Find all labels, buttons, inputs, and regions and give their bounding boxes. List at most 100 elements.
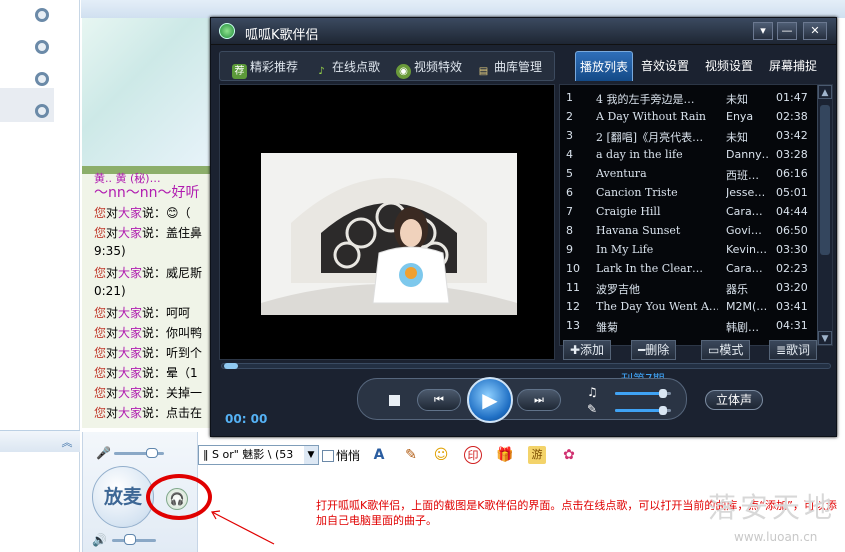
tab-video-settings[interactable]: 视频设置 — [701, 51, 757, 81]
tab-screen-capture[interactable]: 屏幕捕捉 — [765, 51, 821, 81]
menu-dropdown-button[interactable]: ▾ — [753, 22, 773, 40]
font-icon[interactable]: A — [370, 446, 388, 464]
candy-icon[interactable]: ✿ — [560, 446, 578, 464]
contact-webcam-icon[interactable] — [35, 40, 49, 54]
video-display[interactable] — [219, 84, 555, 360]
font-select[interactable]: ‖ S or" 魅影 \ (53 ▼ — [198, 445, 319, 465]
nav-video-effects[interactable]: ◉ 视频特效 — [396, 58, 462, 79]
contact-webcam-icon[interactable] — [35, 72, 49, 86]
title-bar[interactable]: 呱呱K歌伴侣 ▾ — ✕ — [211, 18, 836, 45]
track-number: 12 — [566, 300, 580, 313]
track-number: 3 — [566, 129, 573, 142]
track-title: A Day Without Rain — [596, 110, 706, 123]
playlist-row[interactable]: 6 Cancion Triste Jesse… 05:01 — [560, 184, 816, 203]
chat-recipient[interactable]: 大家 — [118, 266, 142, 280]
contact-status-icon[interactable] — [35, 8, 49, 22]
seek-knob[interactable] — [224, 363, 238, 369]
playlist-row[interactable]: 9 In My Life Kevin… 03:30 — [560, 241, 816, 260]
playlist-row[interactable]: 11 波罗吉他 器乐 03:20 — [560, 279, 816, 298]
chat-connector: 对 — [106, 206, 119, 220]
track-duration: 03:28 — [776, 148, 808, 161]
chat-recipient[interactable]: 大家 — [118, 326, 142, 340]
track-number: 6 — [566, 186, 573, 199]
slider-knob[interactable] — [658, 389, 667, 398]
track-number: 2 — [566, 110, 573, 123]
brush-icon[interactable]: ✎ — [402, 446, 420, 464]
playlist-row[interactable]: 4 a day in the life Danny… 03:28 — [560, 146, 816, 165]
annotation-arrow — [211, 510, 275, 545]
chat-message: 您对大家说：你叫鸭 — [94, 324, 202, 341]
chat-recipient[interactable]: 大家 — [118, 226, 142, 240]
chat-message: 9:35) — [94, 244, 126, 258]
lyrics-button[interactable]: ≣歌词 — [769, 340, 818, 360]
playlist-row[interactable]: 5 Aventura 西班… 06:16 — [560, 165, 816, 184]
whisper-label: 悄悄 — [336, 449, 361, 463]
playlist-scrollbar[interactable]: ▲ ▼ — [817, 85, 832, 345]
playlist-row[interactable]: 13 雏菊 韩剧… 04:31 — [560, 317, 816, 336]
app-logo-icon — [219, 23, 235, 39]
mic-volume-slider[interactable]: 🎤 — [96, 446, 176, 460]
playlist-row[interactable]: 1 4 我的左手旁边是… 未知 01:47 — [560, 89, 816, 108]
mic-volume-slider[interactable]: ✎ — [587, 402, 677, 417]
chat-recipient[interactable]: 大家 — [118, 386, 142, 400]
add-button[interactable]: ✚添加 — [563, 340, 612, 360]
scroll-up-icon[interactable]: ▲ — [818, 85, 832, 99]
chat-sender: 您 — [94, 346, 107, 360]
playlist-row[interactable]: 10 Lark In the Clear… Cara… 02:23 — [560, 260, 816, 279]
nav-recommend[interactable]: 荐精彩推荐 — [232, 58, 298, 79]
chat-recipient[interactable]: 大家 — [118, 406, 142, 420]
stereo-button[interactable]: 立体声 — [705, 390, 763, 410]
speaker-volume-slider[interactable]: 🔊 — [92, 533, 172, 547]
gift-icon[interactable]: 🎁 — [496, 446, 514, 464]
chevron-down-icon[interactable]: ▼ — [304, 446, 318, 464]
feature-nav: 荐精彩推荐 ♪ 在线点歌 ◉ 视频特效 ▤ 曲库管理 — [219, 51, 555, 81]
slider-knob[interactable] — [658, 406, 667, 415]
release-mic-button[interactable]: 放麦 — [92, 466, 154, 528]
chat-sender: 您 — [94, 326, 107, 340]
playlist-row[interactable]: 2 A Day Without Rain Enya 02:38 — [560, 108, 816, 127]
track-duration: 04:44 — [776, 205, 808, 218]
nav-library[interactable]: ▤ 曲库管理 — [476, 58, 542, 79]
window-title: 呱呱K歌伴侣 — [245, 28, 319, 43]
chat-message: 您对大家说：晕（1 — [94, 364, 198, 381]
tab-audio-settings[interactable]: 音效设置 — [637, 51, 693, 81]
whisper-checkbox[interactable]: 悄悄 — [322, 447, 360, 464]
mode-button[interactable]: ▭模式 — [701, 340, 751, 360]
next-button[interactable]: ⏭ — [517, 389, 561, 411]
chat-sender: 您 — [94, 226, 107, 240]
seek-bar[interactable] — [221, 363, 831, 369]
room-banner — [81, 0, 845, 18]
track-number: 8 — [566, 224, 573, 237]
playlist-row[interactable]: 12 The Day You Went A… M2M(… 03:41 — [560, 298, 816, 317]
nav-label: 在线点歌 — [332, 60, 381, 74]
collapse-icon[interactable]: ︽ — [60, 436, 74, 450]
checkbox-box[interactable] — [322, 450, 334, 462]
playlist-row[interactable]: 3 2 [翻唱]《月亮代表… 未知 03:42 — [560, 127, 816, 146]
playlist-row[interactable]: 7 Craigie Hill Cara… 04:44 — [560, 203, 816, 222]
slider-knob[interactable] — [146, 448, 158, 458]
chat-recipient[interactable]: 大家 — [118, 206, 142, 220]
chat-message: 0:21) — [94, 284, 126, 298]
game-icon[interactable]: 游 — [528, 446, 546, 464]
scrollbar-thumb[interactable] — [820, 105, 830, 255]
previous-button[interactable]: ⏮ — [417, 389, 461, 411]
track-number: 11 — [566, 281, 580, 294]
slider-knob[interactable] — [124, 534, 136, 545]
stop-button[interactable] — [389, 395, 400, 406]
contact-webcam-icon[interactable] — [35, 104, 49, 118]
chat-recipient[interactable]: 大家 — [118, 306, 142, 320]
delete-button[interactable]: ━删除 — [631, 340, 677, 360]
play-button[interactable]: ▶ — [467, 377, 513, 423]
chat-recipient[interactable]: 大家 — [118, 366, 142, 380]
stamp-icon[interactable]: 印 — [464, 446, 482, 464]
input-toolbar: ‖ S or" 魅影 \ (53 ▼ 悄悄 A ✎ ☺ 印 🎁 游 ✿ — [198, 443, 618, 469]
music-volume-slider[interactable]: ♫ — [587, 385, 677, 400]
chat-recipient[interactable]: 大家 — [118, 346, 142, 360]
emoji-icon[interactable]: ☺ — [432, 446, 450, 464]
tab-playlist[interactable]: 播放列表 — [575, 51, 634, 81]
music-note-icon: ♫ — [587, 385, 598, 399]
minimize-button[interactable]: — — [777, 22, 797, 40]
close-button[interactable]: ✕ — [803, 22, 827, 40]
nav-online-songs[interactable]: ♪ 在线点歌 — [314, 58, 380, 79]
playlist-row[interactable]: 8 Havana Sunset Govi… 06:50 — [560, 222, 816, 241]
